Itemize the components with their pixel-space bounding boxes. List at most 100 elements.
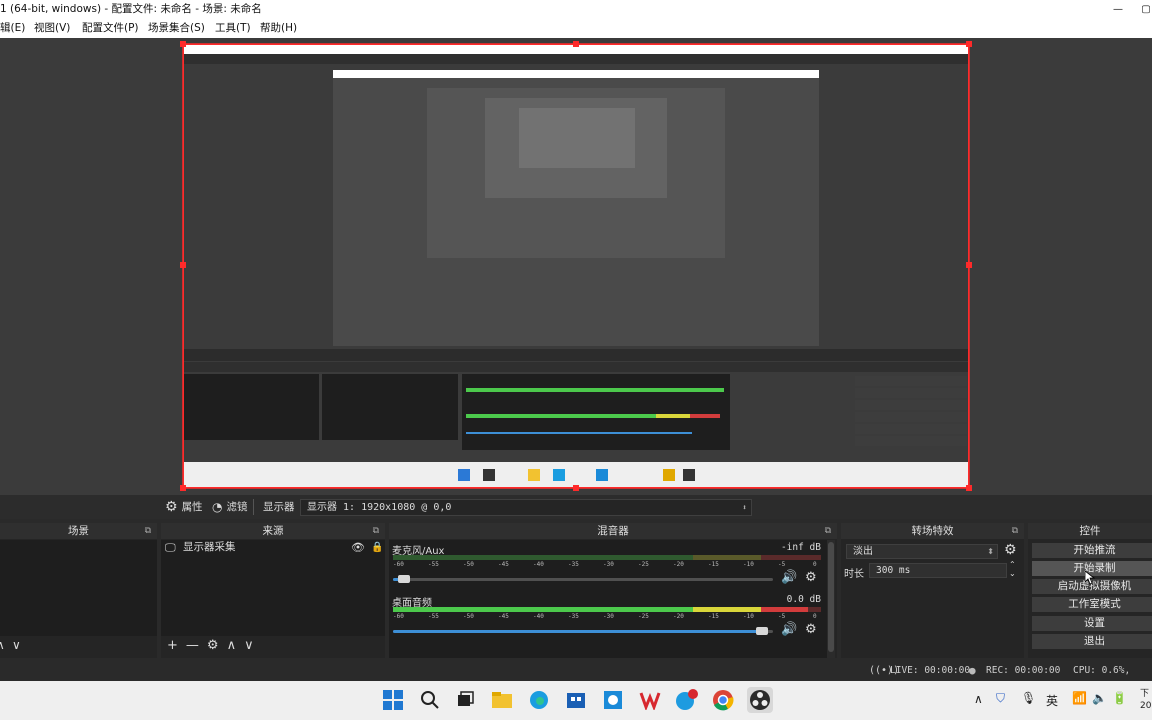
volume-icon[interactable]: 🔈 <box>1092 691 1107 705</box>
security-shield-icon[interactable]: ⛉ <box>996 691 1005 706</box>
settings-button[interactable]: 设置 <box>1032 616 1152 631</box>
menu-edit[interactable]: 辑(E) <box>0 19 25 38</box>
chevron-down-icon[interactable]: ∨ <box>244 638 254 656</box>
microsoft-store-icon[interactable] <box>563 687 589 713</box>
menu-profile[interactable]: 配置文件(P) <box>82 19 139 38</box>
dock-popout-icon[interactable]: ⧉ <box>145 523 151 539</box>
duration-value: 300 ms <box>876 565 911 576</box>
battery-icon[interactable]: 🔋 <box>1112 691 1127 705</box>
chevron-updown-icon: ⬍ <box>742 503 747 512</box>
notification-app-icon[interactable] <box>673 687 699 713</box>
transitions-dock-header: 转场特效 ⧉ <box>841 523 1024 539</box>
clock-time[interactable]: 下 <box>1140 686 1149 699</box>
obs-studio-icon[interactable] <box>747 687 773 713</box>
scenes-list[interactable] <box>0 540 157 636</box>
source-item-label: 显示器采集 <box>183 541 236 553</box>
filters-label: 滤镜 <box>226 501 248 513</box>
source-selection-box[interactable] <box>178 40 974 492</box>
maximize-button[interactable]: ▢ <box>1132 0 1152 19</box>
spin-up-icon[interactable]: ⌃ <box>1009 561 1016 569</box>
meter-tick-label: -60 <box>393 613 404 620</box>
meter-tick-label: -20 <box>673 561 684 568</box>
dock-popout-icon[interactable]: ⧉ <box>1012 523 1018 539</box>
gear-icon[interactable]: ⚙ <box>805 570 817 585</box>
menu-view[interactable]: 视图(V) <box>34 19 70 38</box>
list-item[interactable]: 🖵 显示器采集 👁 🔒 <box>161 540 385 555</box>
exit-button[interactable]: 退出 <box>1032 634 1152 649</box>
add-icon[interactable]: + <box>167 638 178 656</box>
dock-popout-icon[interactable]: ⧉ <box>373 523 379 539</box>
meter-tick-label: -5 <box>778 613 786 620</box>
lock-icon[interactable]: 🔒 <box>371 540 383 555</box>
scenes-dock-header: 场景 ⧉ <box>0 523 157 539</box>
dock-popout-icon[interactable]: ⧉ <box>825 523 831 539</box>
meter-tick-label: -45 <box>498 561 509 568</box>
menu-help[interactable]: 帮助(H) <box>260 19 297 38</box>
studio-mode-button[interactable]: 工作室模式 <box>1032 597 1152 612</box>
speaker-icon[interactable]: 🔊 <box>781 570 797 585</box>
meter-ticks: -60 -55 -50 -45 -40 -35 -30 -25 -20 -15 -10 -5 0 <box>393 613 821 622</box>
start-streaming-button[interactable]: 开始推流 <box>1032 543 1152 558</box>
duration-label: 时长 <box>844 569 864 580</box>
meter-tick-label: -30 <box>603 613 614 620</box>
tray-chevron-up-icon[interactable]: ∧ <box>974 692 983 706</box>
transition-select[interactable]: 淡出 ⬍ <box>846 544 998 559</box>
taskbar: ∧ ⛉ 🎙 英 📶 🔈 🔋 下 20 <box>0 681 1152 720</box>
filters-button[interactable]: ◔ 滤镜 <box>212 495 247 519</box>
gear-icon[interactable]: ⚙ <box>805 622 817 637</box>
mixer-scrollbar[interactable] <box>827 540 835 658</box>
windows-start-icon[interactable] <box>380 687 406 713</box>
edge-browser-icon[interactable] <box>526 687 552 713</box>
chevron-up-icon[interactable]: ∧ <box>227 638 237 656</box>
microphone-icon[interactable]: 🎙 <box>1021 691 1036 705</box>
menu-scene-collection[interactable]: 场景集合(S) <box>148 19 205 38</box>
clock-date[interactable]: 20 <box>1140 701 1151 711</box>
display-select[interactable]: 显示器 1: 1920x1080 @ 0,0 ⬍ <box>300 499 752 516</box>
meter-zone <box>692 555 762 560</box>
properties-button[interactable]: ⚙ 属性 <box>165 495 203 519</box>
meter-tick-label: -20 <box>673 613 684 620</box>
meter-tick-label: -25 <box>638 561 649 568</box>
chrome-icon[interactable] <box>710 687 736 713</box>
meter-tick-label: -60 <box>393 561 404 568</box>
meter-tick-label: -15 <box>708 561 719 568</box>
gear-icon[interactable]: ⚙ <box>207 638 219 656</box>
volume-slider[interactable] <box>393 627 773 635</box>
input-method-label[interactable]: 英 <box>1046 692 1058 709</box>
chevron-up-icon[interactable]: ∧ <box>0 638 5 652</box>
meter-tick-label: -50 <box>463 561 474 568</box>
wps-office-icon[interactable] <box>637 687 663 713</box>
wifi-icon[interactable]: 📶 <box>1072 691 1087 705</box>
speaker-icon[interactable]: 🔊 <box>781 622 797 637</box>
meter-tick-label: -55 <box>428 561 439 568</box>
minimize-button[interactable]: — <box>1104 0 1132 19</box>
volume-slider-fill <box>393 630 762 633</box>
scenes-dock-title: 场景 <box>68 525 89 537</box>
volume-slider-handle[interactable] <box>398 575 411 583</box>
volume-slider[interactable] <box>393 575 773 583</box>
spin-down-icon[interactable]: ⌄ <box>1009 570 1016 578</box>
meter-level <box>393 607 693 612</box>
track-db: 0.0 dB <box>786 594 821 605</box>
eye-icon[interactable]: 👁 <box>351 540 365 555</box>
volume-slider-handle[interactable] <box>755 627 768 635</box>
file-explorer-icon[interactable] <box>489 687 515 713</box>
search-icon[interactable] <box>417 687 443 713</box>
app-icon[interactable] <box>600 687 626 713</box>
chevron-down-icon[interactable]: ∨ <box>12 638 21 652</box>
duration-spinbox[interactable]: 300 ms <box>869 563 1007 578</box>
meter-tick-label: -5 <box>778 561 786 568</box>
title-bar: 1 (64-bit, windows) - 配置文件: 未命名 - 场景: 未命… <box>0 0 1152 19</box>
sources-list[interactable]: 🖵 显示器采集 👁 🔒 <box>161 540 385 636</box>
meter-tick-label: -55 <box>428 613 439 620</box>
meter-zone <box>761 555 821 560</box>
menu-tools[interactable]: 工具(T) <box>215 19 251 38</box>
sources-dock-title: 来源 <box>262 525 284 537</box>
task-view-icon[interactable] <box>452 687 478 713</box>
meter-tick-label: -40 <box>533 561 544 568</box>
gear-icon[interactable]: ⚙ <box>1004 542 1017 558</box>
sources-dock: 来源 ⧉ 🖵 显示器采集 👁 🔒 + — ⚙ ∧ ∨ <box>161 523 385 658</box>
rec-icon: ● <box>969 664 976 677</box>
meter-zone <box>393 555 693 560</box>
remove-icon[interactable]: — <box>186 638 199 656</box>
